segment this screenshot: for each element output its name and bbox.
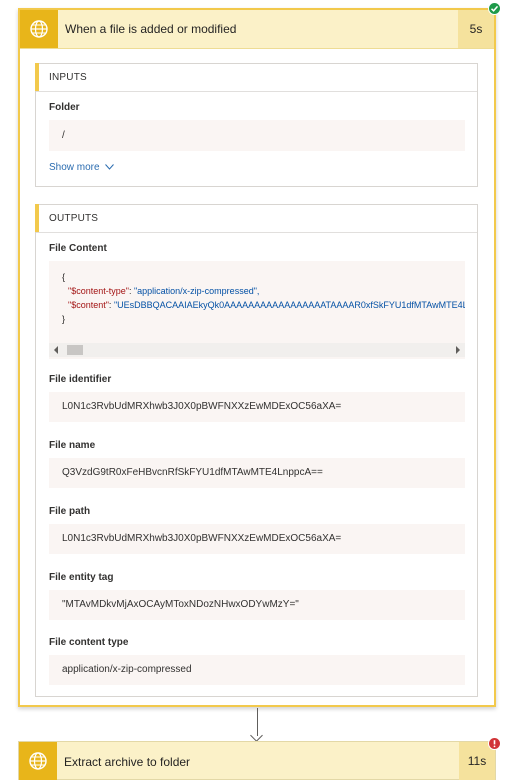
trigger-card-header[interactable]: When a file is added or modified 5s <box>20 10 494 49</box>
extract-archive-card[interactable]: Extract archive to folder 11s <box>18 741 496 780</box>
success-check-icon <box>488 2 501 15</box>
scroll-left-icon[interactable] <box>54 346 58 354</box>
file-entity-tag-label: File entity tag <box>49 572 114 583</box>
folder-label: Folder <box>49 102 80 113</box>
inputs-title: INPUTS <box>49 72 87 83</box>
sharepoint-globe-icon <box>20 10 58 48</box>
trigger-duration: 5s <box>458 10 494 48</box>
inputs-header: INPUTS <box>35 63 477 92</box>
file-identifier-value: L0N1c3RvbUdMRXhwb3J0X0pBWFNXXzEwMDExOC56… <box>49 392 465 422</box>
folder-value: / <box>49 120 465 151</box>
json-key: "$content-type" <box>68 286 129 296</box>
json-close-brace: } <box>62 314 66 324</box>
error-exclamation-icon <box>488 737 501 750</box>
outputs-title: OUTPUTS <box>49 213 99 224</box>
chevron-down-icon <box>105 164 115 171</box>
file-content-type-value: application/x-zip-compressed <box>49 655 465 685</box>
file-entity-tag-value: "MTAvMDkvMjAxOCAyMToxNDozNHwxODYwMzY=" <box>49 590 465 620</box>
file-content-label: File Content <box>49 243 107 254</box>
json-key: "$content" <box>68 300 109 310</box>
file-content-type-label: File content type <box>49 637 129 648</box>
file-path-value: L0N1c3RvbUdMRXhwb3J0X0pBWFNXXzEwMDExOC56… <box>49 524 465 554</box>
arrow-down-icon <box>250 729 263 742</box>
extract-archive-title: Extract archive to folder <box>64 755 191 769</box>
file-name-value: Q3VzdG9tR0xFeHBvcnRfSkFYU1dfMTAwMTE4Lnpp… <box>49 458 465 488</box>
horizontal-scrollbar[interactable] <box>49 343 465 357</box>
sharepoint-globe-icon <box>19 742 57 780</box>
json-line-content-type: "$content-type": "application/x-zip-comp… <box>68 286 260 296</box>
file-path-label: File path <box>49 506 91 517</box>
file-identifier-label: File identifier <box>49 374 112 385</box>
file-content-json[interactable]: { "$content-type": "application/x-zip-co… <box>49 261 465 359</box>
json-open-brace: { <box>62 272 66 282</box>
inputs-section: INPUTS Folder / Show more <box>35 63 478 187</box>
outputs-section: OUTPUTS File Content { "$content-type": … <box>35 204 478 697</box>
json-value: "application/x-zip-compressed", <box>133 286 260 296</box>
show-more-label: Show more <box>49 162 100 173</box>
scroll-right-icon[interactable] <box>456 346 460 354</box>
trigger-card[interactable]: When a file is added or modified 5s INPU… <box>18 8 496 707</box>
json-line-content: "$content": "UEsDBBQACAAIAEkyQk0AAAAAAAA… <box>68 298 465 312</box>
outputs-header: OUTPUTS <box>35 204 477 233</box>
json-value: "UEsDBBQACAAIAEkyQk0AAAAAAAAAAAAAAAAATAA… <box>113 300 465 310</box>
file-name-label: File name <box>49 440 96 451</box>
show-more-link[interactable]: Show more <box>49 162 115 173</box>
trigger-title: When a file is added or modified <box>65 22 237 36</box>
scrollbar-thumb[interactable] <box>67 345 83 355</box>
